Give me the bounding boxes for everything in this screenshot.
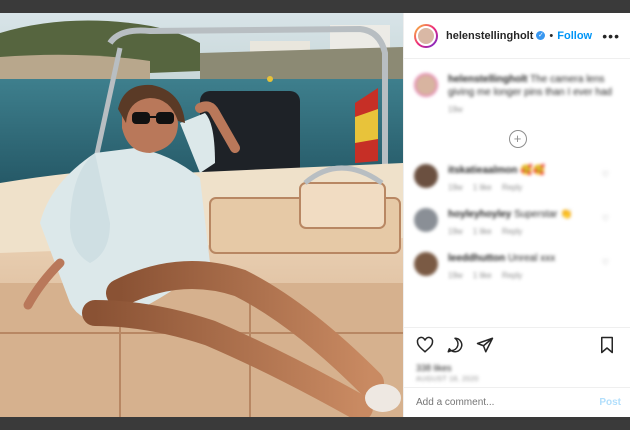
- comment-likes[interactable]: 1 like: [473, 227, 492, 236]
- profile-avatar[interactable]: [414, 23, 438, 48]
- comment-username[interactable]: leeddhutton: [448, 253, 505, 264]
- comment-bubble-icon[interactable]: [446, 336, 464, 359]
- comment-likes[interactable]: 1 like: [473, 183, 492, 192]
- caption-meta: 19w: [448, 105, 621, 114]
- comment-age: 19w: [448, 227, 463, 236]
- caption-username[interactable]: helenstellingholt: [448, 74, 527, 85]
- post-header: helenstellingholt ✓ • Follow •••: [404, 13, 630, 59]
- comment-like-icon[interactable]: ♡: [602, 170, 609, 179]
- comment-username[interactable]: hoyleyhoyley: [448, 209, 511, 220]
- caption-avatar[interactable]: [414, 73, 438, 97]
- reply-button[interactable]: Reply: [502, 271, 522, 280]
- comment-avatar[interactable]: [414, 208, 438, 232]
- caption-age: 19w: [448, 105, 463, 114]
- post-actions: 338 likes AUGUST 18, 2020: [404, 327, 630, 387]
- post-date: AUGUST 18, 2020: [416, 376, 479, 383]
- comment-likes[interactable]: 1 like: [473, 271, 492, 280]
- comment-row: hoyleyhoyley Superstar 👏 19w 1 like Repl…: [404, 200, 630, 244]
- post-sidebar: helenstellingholt ✓ • Follow ••• helenst…: [403, 13, 630, 417]
- comment-age: 19w: [448, 183, 463, 192]
- comment-like-icon[interactable]: ♡: [602, 214, 609, 223]
- likes-count[interactable]: 338 likes: [404, 359, 630, 373]
- comment-username[interactable]: itskatieaalmon: [448, 165, 517, 176]
- like-heart-icon[interactable]: [416, 336, 434, 359]
- add-comment-bar: Post: [404, 387, 630, 417]
- comment-meta: 19w 1 like Reply: [448, 227, 573, 236]
- comment-meta: 19w 1 like Reply: [448, 271, 555, 280]
- comment-avatar[interactable]: [414, 164, 438, 188]
- caption-text: helenstellingholt The camera lens giving…: [448, 73, 621, 99]
- comment-row: itskatieaalmon 🥰🥰 19w 1 like Reply ♡: [404, 156, 630, 200]
- verified-badge-icon: ✓: [536, 31, 546, 40]
- reply-button[interactable]: Reply: [502, 183, 522, 192]
- post-username[interactable]: helenstellingholt: [446, 30, 533, 42]
- separator-dot: •: [549, 29, 554, 42]
- comment-text: hoyleyhoyley Superstar 👏: [448, 208, 573, 221]
- reply-button[interactable]: Reply: [502, 227, 522, 236]
- comment-body: Superstar 👏: [514, 209, 573, 220]
- more-options-icon[interactable]: •••: [602, 28, 620, 44]
- comment-avatar[interactable]: [414, 252, 438, 276]
- comment-text: itskatieaalmon 🥰🥰: [448, 164, 545, 177]
- comment-age: 19w: [448, 271, 463, 280]
- post-comment-button[interactable]: Post: [599, 397, 621, 408]
- comment-text: leeddhutton Unreal xxx: [448, 252, 555, 265]
- share-paper-plane-icon[interactable]: [476, 336, 494, 359]
- comment-meta: 19w 1 like Reply: [448, 183, 545, 192]
- save-bookmark-icon[interactable]: [599, 336, 615, 359]
- post-modal: helenstellingholt ✓ • Follow ••• helenst…: [0, 13, 630, 417]
- post-photo[interactable]: [0, 13, 403, 417]
- follow-button[interactable]: Follow: [557, 30, 592, 42]
- comment-row: leeddhutton Unreal xxx 19w 1 like Reply …: [404, 244, 630, 288]
- caption: helenstellingholt The camera lens giving…: [404, 59, 630, 114]
- comment-like-icon[interactable]: ♡: [602, 258, 609, 267]
- load-more-comments-icon[interactable]: +: [508, 130, 527, 148]
- action-icons: [404, 328, 630, 359]
- add-comment-input[interactable]: [414, 396, 600, 409]
- comments-list[interactable]: helenstellingholt The camera lens giving…: [404, 59, 630, 327]
- comment-body: 🥰🥰: [520, 165, 546, 176]
- comment-body: Unreal xxx: [508, 253, 556, 264]
